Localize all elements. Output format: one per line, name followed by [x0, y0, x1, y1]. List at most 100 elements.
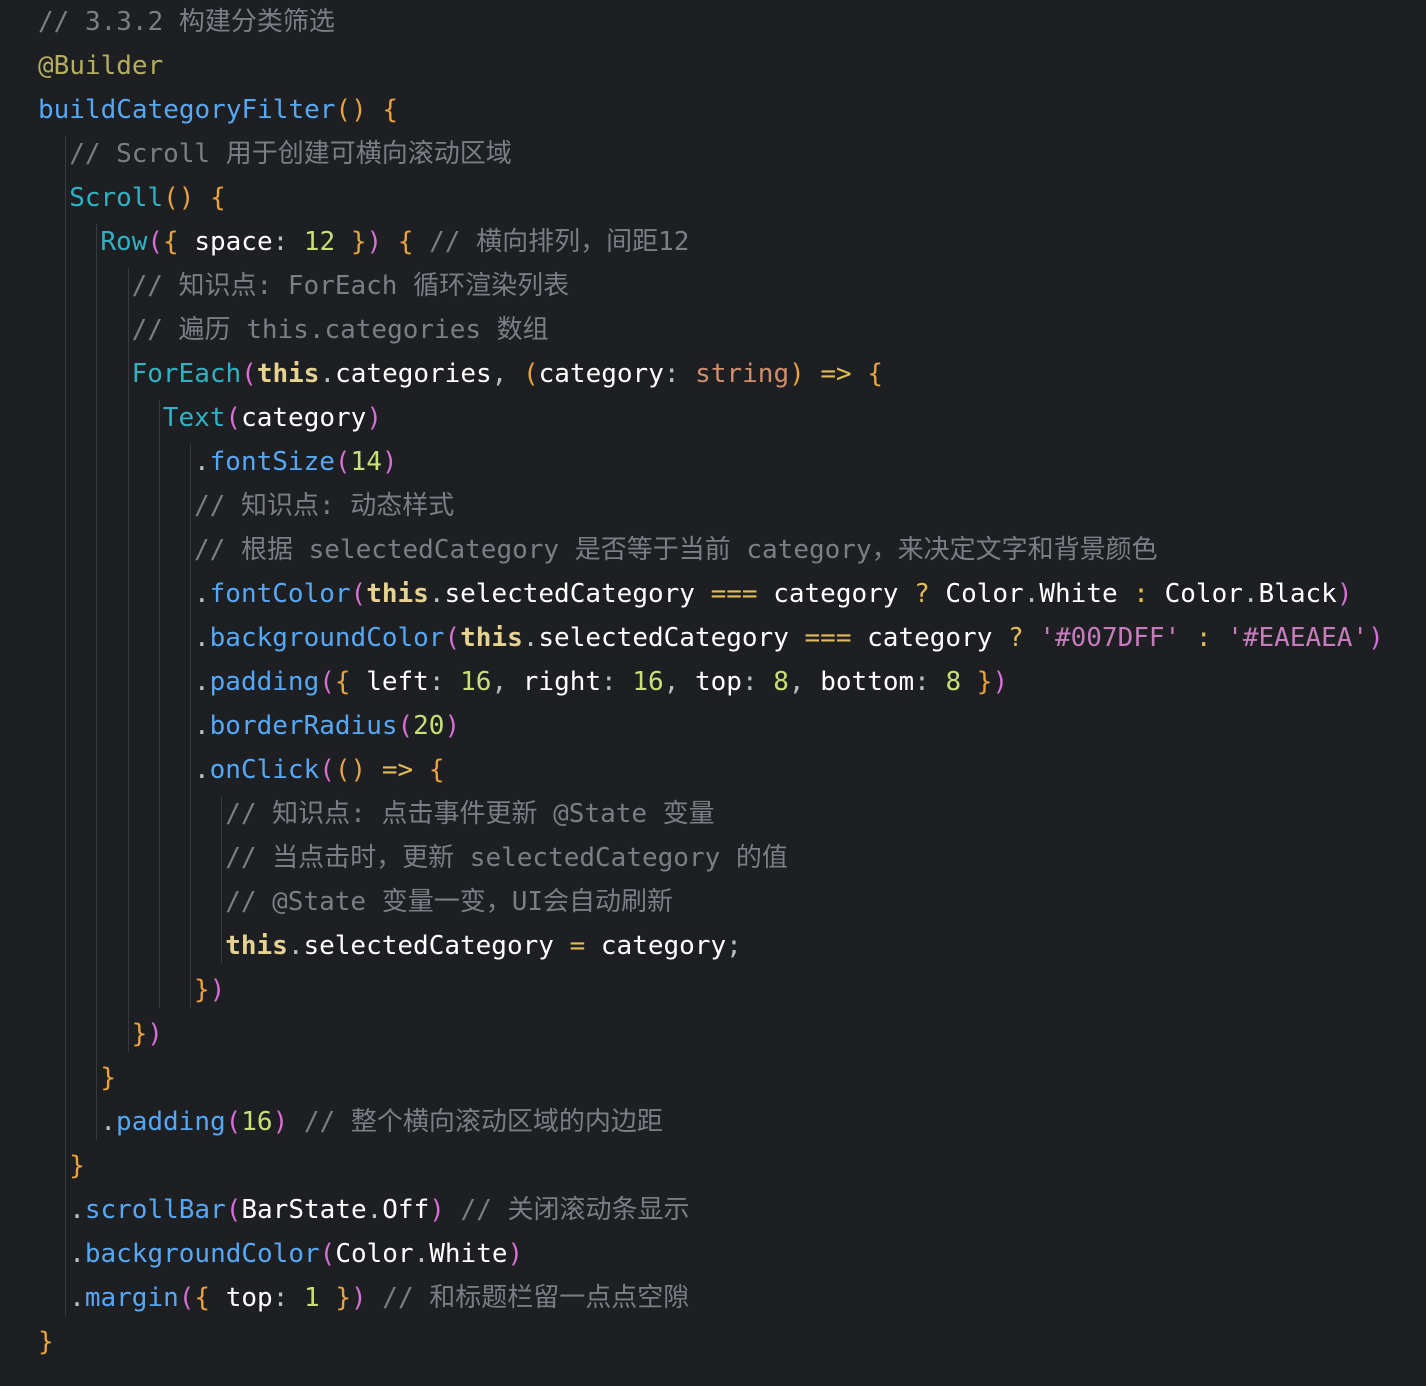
- code-token: Color: [1164, 579, 1243, 609]
- code-line: .padding({ left: 16, right: 16, top: 8, …: [194, 660, 1008, 704]
- code-token: ,: [491, 359, 523, 389]
- code-token: category: [538, 359, 664, 389]
- code-token: // 知识点: 动态样式: [194, 491, 455, 521]
- code-line: .backgroundColor(this.selectedCategory =…: [194, 616, 1384, 660]
- code-token: }: [38, 1327, 54, 1357]
- code-token: ): [209, 975, 226, 1005]
- code-token: ,: [491, 667, 523, 697]
- code-token: margin: [84, 1283, 179, 1313]
- code-token: borderRadius: [209, 711, 398, 741]
- code-line: .backgroundColor(Color.White): [69, 1232, 523, 1276]
- code-token: Off: [382, 1195, 430, 1225]
- code-line: .margin({ top: 1 }) // 和标题栏留一点点空隙: [69, 1276, 689, 1320]
- code-token: buildCategoryFilter: [38, 95, 336, 125]
- code-token: ): [789, 359, 805, 389]
- code-token: .: [194, 623, 210, 653]
- indent-guide: [221, 796, 223, 964]
- code-token: category: [867, 623, 993, 653]
- code-token: .: [428, 579, 445, 609]
- code-token: (: [444, 623, 461, 653]
- code-line: Row({ space: 12 }) { // 横向排列，间距12: [100, 220, 689, 264]
- code-token: category: [600, 931, 727, 961]
- code-line: // 知识点: ForEach 循环渲染列表: [132, 264, 570, 308]
- code-token: onClick: [209, 755, 320, 785]
- code-token: top: [694, 667, 742, 697]
- code-token: // 当点击时，更新 selectedCategory 的值: [225, 843, 788, 873]
- code-line: Scroll() {: [69, 176, 226, 220]
- code-line: // 知识点: 动态样式: [194, 484, 454, 528]
- code-token: ): [147, 1019, 163, 1049]
- code-line: // Scroll 用于创建可横向滚动区域: [69, 132, 512, 176]
- code-editor[interactable]: // 3.3.2 构建分类筛选 @Builder buildCategoryFilt…: [0, 0, 1426, 1386]
- code-token: (: [319, 755, 335, 785]
- code-line: .padding(16) // 整个横向滚动区域的内边距: [100, 1100, 662, 1144]
- code-token: (: [319, 1239, 336, 1269]
- code-token: ===: [694, 579, 774, 609]
- code-line: .fontColor(this.selectedCategory === cat…: [194, 572, 1352, 616]
- indent-guide: [65, 136, 67, 1316]
- code-token: ForEach: [131, 359, 242, 389]
- code-token: // 整个横向滚动区域的内边距: [288, 1107, 663, 1137]
- code-token: fontColor: [209, 579, 351, 609]
- code-token: (): [163, 183, 195, 213]
- code-token: }: [194, 975, 210, 1005]
- code-token: (: [319, 667, 335, 697]
- code-line: }: [38, 1320, 54, 1364]
- code-token: ): [381, 447, 398, 477]
- code-token: padding: [116, 1107, 226, 1137]
- code-token: {: [397, 227, 414, 257]
- code-token: 14: [350, 447, 382, 477]
- code-line: Text(category): [163, 396, 382, 440]
- code-line: .scrollBar(BarState.Off) // 关闭滚动条显示: [69, 1188, 689, 1232]
- code-token: selectedCategory: [444, 579, 695, 609]
- code-token: ): [366, 403, 382, 433]
- code-token: :: [428, 667, 461, 697]
- code-token: :: [741, 667, 774, 697]
- code-token: string: [695, 359, 790, 389]
- code-token: ): [350, 1283, 367, 1313]
- code-token: (: [334, 447, 351, 477]
- code-token: (: [350, 579, 367, 609]
- code-token: // Scroll 用于创建可横向滚动区域: [69, 139, 512, 169]
- code-token: {: [428, 755, 445, 785]
- code-token: :: [1180, 623, 1228, 653]
- code-token: (: [225, 1195, 242, 1225]
- code-token: ): [272, 1107, 289, 1137]
- code-token: ): [366, 227, 383, 257]
- code-token: // 3.3.2 构建分类筛选: [38, 7, 335, 37]
- code-token: '#007DFF': [1039, 623, 1181, 653]
- code-line: .fontSize(14): [194, 440, 398, 484]
- code-token: category: [241, 403, 367, 433]
- code-token: :: [1117, 579, 1165, 609]
- code-token: {: [382, 95, 399, 125]
- code-token: .: [194, 447, 210, 477]
- code-line: .onClick(() => {: [194, 748, 444, 792]
- code-token: ;: [726, 931, 742, 961]
- code-token: // 知识点: ForEach 循环渲染列表: [131, 271, 570, 301]
- code-token: .: [1023, 579, 1040, 609]
- code-token: .: [100, 1107, 117, 1137]
- code-token: selectedCategory: [538, 623, 789, 653]
- code-line: }): [194, 968, 225, 1012]
- code-token: =>: [804, 359, 868, 389]
- code-line: buildCategoryFilter() {: [38, 88, 398, 132]
- code-token: // 横向排列，间距12: [413, 227, 690, 257]
- code-token: .: [366, 1195, 383, 1225]
- code-token: BarState: [241, 1195, 367, 1225]
- code-token: }: [976, 667, 993, 697]
- code-token: ?: [992, 623, 1040, 653]
- code-token: (: [178, 1283, 195, 1313]
- code-token: .: [69, 1239, 85, 1269]
- code-token: 20: [413, 711, 445, 741]
- code-token: ?: [898, 579, 946, 609]
- code-token: // @State 变量一变，UI会自动刷新: [225, 887, 674, 917]
- code-token: (: [241, 359, 257, 389]
- code-token: 12: [303, 227, 336, 257]
- code-line: ForEach(this.categories, (category: stri…: [132, 352, 883, 396]
- code-line: .borderRadius(20): [194, 704, 460, 748]
- code-token: (: [225, 1107, 242, 1137]
